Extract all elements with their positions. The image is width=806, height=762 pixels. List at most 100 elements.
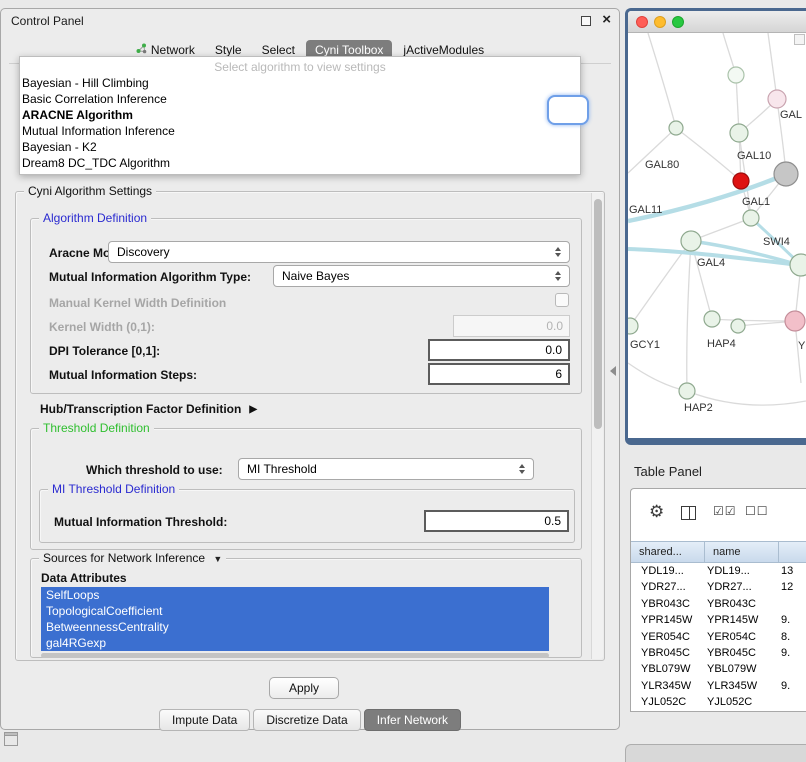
node-label-gcy1[interactable]: GCY1: [630, 339, 660, 351]
column-header-shared-name[interactable]: shared...: [631, 542, 705, 562]
network-node-red[interactable]: [733, 173, 749, 189]
network-node[interactable]: [669, 121, 683, 135]
table-row[interactable]: YBR043C YBR043C: [631, 596, 806, 612]
network-node[interactable]: [728, 67, 744, 83]
table-cell[interactable]: YJL052C: [705, 694, 779, 710]
table-cell[interactable]: 12: [779, 579, 806, 595]
table-cell[interactable]: YDL19...: [705, 563, 779, 579]
table-cell[interactable]: YLR345W: [705, 678, 779, 694]
algorithm-option[interactable]: Dream8 DC_TDC Algorithm: [20, 155, 580, 171]
table-cell[interactable]: [779, 661, 806, 677]
table-cell[interactable]: YBR045C: [705, 645, 779, 661]
network-node[interactable]: [628, 318, 638, 334]
node-label-gal80[interactable]: GAL80: [645, 159, 679, 171]
close-traffic-light[interactable]: [636, 16, 648, 28]
table-cell[interactable]: YER054C: [705, 629, 779, 645]
algorithm-option[interactable]: Basic Correlation Inference: [20, 91, 580, 107]
columns-icon[interactable]: [681, 506, 696, 520]
table-cell[interactable]: YLR345W: [631, 678, 705, 694]
network-node-pink[interactable]: [785, 311, 805, 331]
tab-discretize-data[interactable]: Discretize Data: [253, 709, 360, 731]
close-panel-icon[interactable]: ×: [602, 11, 611, 28]
table-cell[interactable]: 9.: [779, 612, 806, 628]
attribute-item-selected[interactable]: BetweennessCentrality: [41, 619, 549, 635]
table-cell[interactable]: YBR045C: [631, 645, 705, 661]
settings-scrollbar-thumb[interactable]: [594, 199, 602, 429]
network-node[interactable]: [731, 319, 745, 333]
table-row[interactable]: YPR145W YPR145W 9.: [631, 612, 806, 628]
network-node[interactable]: [681, 231, 701, 251]
node-label-gal1[interactable]: GAL1: [742, 196, 770, 208]
table-cell[interactable]: 9.: [779, 678, 806, 694]
which-threshold-select[interactable]: MI Threshold: [238, 458, 534, 480]
node-label-hap2[interactable]: HAP2: [684, 402, 713, 414]
table-cell[interactable]: 9.: [779, 645, 806, 661]
table-row[interactable]: YDR27... YDR27... 12: [631, 579, 806, 595]
network-node[interactable]: [730, 124, 748, 142]
network-canvas[interactable]: GAL80 GAL10 GAL11 GAL1 SWI4 GAL4 GCY1 HA…: [628, 33, 806, 438]
algorithm-option[interactable]: Bayesian - Hill Climbing: [20, 75, 580, 91]
table-cell[interactable]: YDR27...: [705, 579, 779, 595]
table-cell[interactable]: YPR145W: [705, 612, 779, 628]
node-label-hap4[interactable]: HAP4: [707, 338, 736, 350]
table-row[interactable]: YJL052C YJL052C: [631, 694, 806, 710]
table-row[interactable]: YBL079W YBL079W: [631, 661, 806, 677]
network-node-gray[interactable]: [774, 162, 798, 186]
table-cell[interactable]: YBR043C: [631, 596, 705, 612]
attribute-item-selected[interactable]: gal4RGexp: [41, 635, 549, 651]
float-panel-icon[interactable]: [581, 16, 591, 26]
mi-steps-field[interactable]: 6: [428, 363, 570, 385]
deselect-all-icon[interactable]: ☐☐: [745, 504, 769, 518]
table-cell[interactable]: 8.: [779, 629, 806, 645]
node-label-gal-cut[interactable]: GAL: [780, 109, 802, 121]
table-cell[interactable]: YBR043C: [705, 596, 779, 612]
algorithm-option[interactable]: Mutual Information Inference: [20, 123, 580, 139]
network-node[interactable]: [704, 311, 720, 327]
table-cell[interactable]: YBL079W: [705, 661, 779, 677]
table-row[interactable]: YLR345W YLR345W 9.: [631, 678, 806, 694]
table-cell[interactable]: [779, 596, 806, 612]
select-all-icon[interactable]: ☑☑: [713, 504, 737, 518]
table-row[interactable]: YER054C YER054C 8.: [631, 629, 806, 645]
tab-impute-data[interactable]: Impute Data: [159, 709, 250, 731]
node-label-y-cut[interactable]: Y: [798, 340, 805, 352]
mi-threshold-field[interactable]: 0.5: [424, 510, 569, 532]
table-cell[interactable]: [779, 694, 806, 710]
sources-group-title[interactable]: Sources for Network Inference ▼: [39, 551, 226, 565]
network-node[interactable]: [790, 254, 806, 276]
tab-infer-network[interactable]: Infer Network: [364, 709, 461, 731]
algorithm-option[interactable]: Bayesian - K2: [20, 139, 580, 155]
column-header-name[interactable]: name: [705, 542, 779, 562]
table-cell[interactable]: YDR27...: [631, 579, 705, 595]
network-node[interactable]: [743, 210, 759, 226]
kernel-width-field[interactable]: 0.0: [453, 315, 570, 337]
split-collapse-arrow[interactable]: [610, 366, 616, 376]
table-row[interactable]: YDL19... YDL19... 13: [631, 563, 806, 579]
algorithm-placeholder-option[interactable]: Select algorithm to view settings: [20, 59, 580, 75]
minimize-traffic-light[interactable]: [654, 16, 666, 28]
minimized-panel-icon[interactable]: [4, 732, 18, 746]
table-cell[interactable]: YBL079W: [631, 661, 705, 677]
table-cell[interactable]: YER054C: [631, 629, 705, 645]
node-label-gal10[interactable]: GAL10: [737, 150, 771, 162]
network-node[interactable]: [679, 383, 695, 399]
mi-type-select[interactable]: Naive Bayes: [273, 265, 570, 287]
table-cell[interactable]: YJL052C: [631, 694, 705, 710]
zoom-traffic-light[interactable]: [672, 16, 684, 28]
table-row[interactable]: YBR045C YBR045C 9.: [631, 645, 806, 661]
attribute-list-hscrollbar[interactable]: [41, 653, 549, 658]
node-label-gal4[interactable]: GAL4: [697, 257, 725, 269]
hub-definition-expander[interactable]: Hub/Transcription Factor Definition ▶: [40, 402, 257, 416]
node-label-swi4[interactable]: SWI4: [763, 236, 790, 248]
manual-kernel-checkbox[interactable]: [555, 293, 569, 307]
network-node-pink[interactable]: [768, 90, 786, 108]
dpi-tolerance-field[interactable]: 0.0: [428, 339, 570, 361]
attribute-item-selected[interactable]: SelfLoops: [41, 587, 549, 603]
node-label-gal11[interactable]: GAL11: [629, 204, 662, 216]
focused-field-fragment[interactable]: [547, 95, 589, 125]
table-cell[interactable]: YDL19...: [631, 563, 705, 579]
attribute-item-selected[interactable]: TopologicalCoefficient: [41, 603, 549, 619]
table-cell[interactable]: 13: [779, 563, 806, 579]
table-cell[interactable]: YPR145W: [631, 612, 705, 628]
aracne-mode-select[interactable]: Discovery: [108, 241, 570, 263]
